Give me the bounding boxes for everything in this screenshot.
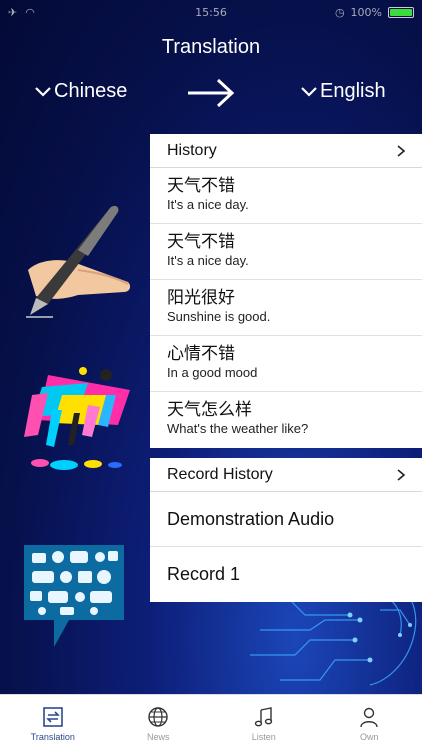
music-note-icon	[254, 707, 272, 727]
history-item[interactable]: 天气怎么样 What's the weather like?	[150, 392, 422, 448]
status-time: 15:56	[195, 5, 227, 19]
history-panel: History 天气不错 It's a nice day. 天气不错 It's …	[150, 134, 422, 448]
record-item[interactable]: Record 1	[150, 547, 422, 602]
history-item-translation: It's a nice day.	[167, 253, 249, 268]
status-bar: ✈ ◠ 15:56 ◷ 100%	[0, 0, 422, 24]
tab-news[interactable]: News	[106, 695, 212, 750]
history-item[interactable]: 天气不错 It's a nice day.	[150, 224, 422, 280]
history-item-translation: What's the weather like?	[167, 421, 309, 436]
chevron-right-icon	[397, 144, 406, 157]
tab-news-label: News	[146, 732, 170, 742]
battery-icon	[388, 6, 414, 18]
tab-listen[interactable]: Listen	[211, 695, 317, 750]
swap-arrow-icon[interactable]	[186, 78, 236, 108]
history-item[interactable]: 心情不错 In a good mood	[150, 336, 422, 392]
history-title: History	[167, 141, 217, 159]
tab-own-label: Own	[359, 732, 379, 742]
source-language-selector[interactable]: Chinese	[34, 80, 127, 103]
paint-splash-illustration	[24, 367, 130, 470]
record-history-title: Record History	[167, 465, 273, 483]
chevron-down-icon	[35, 86, 51, 97]
chat-bubble-icons-illustration	[24, 545, 124, 647]
pen-hand-illustration	[26, 205, 131, 318]
target-language-label: English	[320, 80, 386, 102]
history-item-translation: It's a nice day.	[167, 197, 249, 212]
history-item-translation: In a good mood	[167, 365, 258, 380]
record-item[interactable]: Demonstration Audio	[150, 492, 422, 547]
language-selector-row: Chinese English	[0, 78, 422, 110]
record-history-panel: Record History Demonstration Audio Recor…	[150, 458, 422, 602]
history-item-source: 心情不错	[167, 344, 235, 364]
history-item[interactable]: 天气不错 It's a nice day.	[150, 168, 422, 224]
record-history-header[interactable]: Record History	[150, 458, 422, 492]
target-language-selector[interactable]: English	[300, 80, 386, 103]
tab-bar: Translation News Listen Own	[0, 694, 422, 750]
history-header[interactable]: History	[150, 134, 422, 168]
history-item-translation: Sunshine is good.	[167, 309, 271, 324]
chevron-down-icon	[301, 86, 317, 97]
page-title: Translation	[161, 36, 261, 58]
history-item-source: 天气不错	[167, 176, 235, 196]
tab-own[interactable]: Own	[317, 695, 422, 750]
tab-translation-label: Translation	[30, 732, 75, 742]
person-icon	[360, 707, 378, 728]
source-language-label: Chinese	[54, 80, 128, 102]
history-item-source: 天气不错	[167, 232, 235, 252]
translate-icon	[42, 707, 63, 727]
globe-icon	[148, 707, 168, 727]
history-item-source: 阳光很好	[167, 288, 235, 308]
history-item[interactable]: 阳光很好 Sunshine is good.	[150, 280, 422, 336]
chevron-right-icon	[397, 468, 406, 481]
history-item-source: 天气怎么样	[167, 400, 252, 420]
tab-listen-label: Listen	[251, 732, 276, 742]
tab-translation[interactable]: Translation	[0, 695, 106, 750]
